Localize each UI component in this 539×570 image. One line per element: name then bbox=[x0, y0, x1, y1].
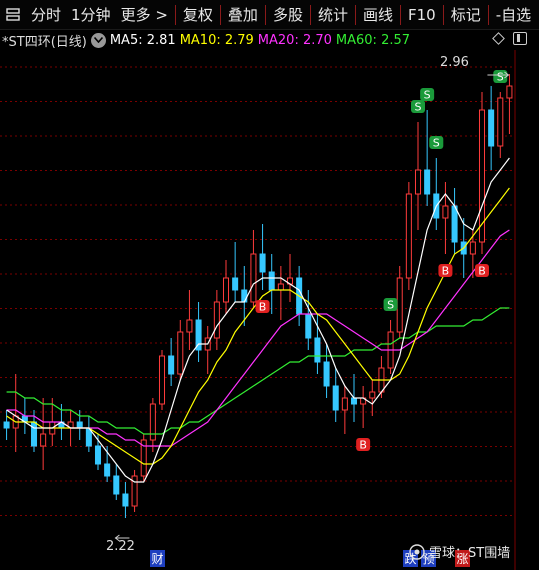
candle-body bbox=[213, 301, 220, 339]
f10-button[interactable]: F10 bbox=[403, 0, 441, 30]
buy-signal: B bbox=[356, 438, 371, 452]
candle-body bbox=[177, 331, 184, 375]
window-icon[interactable] bbox=[513, 32, 527, 45]
snowball-logo-dot bbox=[414, 549, 420, 555]
ma20-value: MA20: 2.70 bbox=[257, 32, 332, 48]
candle-body bbox=[497, 97, 504, 147]
signal-text: B bbox=[259, 301, 267, 314]
candle-body bbox=[30, 421, 38, 447]
candle-body bbox=[158, 355, 166, 405]
adjust-button[interactable]: 复权 bbox=[178, 0, 218, 30]
more-button[interactable]: 更多 > bbox=[116, 0, 173, 30]
overlay-button[interactable]: 叠加 bbox=[223, 0, 263, 30]
diamond-icon[interactable] bbox=[492, 32, 505, 45]
signal-text: S bbox=[415, 101, 422, 114]
candle-body bbox=[442, 205, 449, 219]
candle-body bbox=[369, 391, 376, 399]
candle-body bbox=[3, 421, 10, 429]
collapse-icon[interactable] bbox=[90, 32, 106, 48]
candle-body bbox=[168, 355, 175, 375]
signal-text: B bbox=[478, 265, 486, 278]
candle-body bbox=[277, 283, 284, 291]
ma60-line bbox=[6, 307, 510, 435]
candle-body bbox=[122, 493, 129, 507]
candle-body bbox=[232, 277, 239, 291]
candle-body bbox=[259, 253, 266, 273]
infobar-controls bbox=[492, 32, 531, 45]
multi-stock-button[interactable]: 多股 bbox=[268, 0, 308, 30]
separator bbox=[174, 4, 176, 25]
candle-body bbox=[268, 271, 275, 291]
marker-text: 财 bbox=[151, 552, 163, 566]
candle-body bbox=[76, 421, 83, 429]
candle-body bbox=[332, 385, 339, 411]
separator bbox=[219, 4, 221, 25]
separator bbox=[354, 4, 356, 25]
signal-text: S bbox=[497, 71, 504, 84]
separator bbox=[264, 4, 266, 25]
candle-body bbox=[323, 361, 330, 387]
chart-markers: 财跌预涨雪球：ST围墙 bbox=[114, 71, 510, 567]
candle-body bbox=[469, 241, 476, 255]
separator bbox=[399, 4, 401, 25]
watermark-text: 雪球：ST围墙 bbox=[429, 546, 510, 561]
candle-body bbox=[414, 169, 422, 195]
candle-body bbox=[424, 169, 431, 195]
sell-signal: S bbox=[420, 88, 435, 102]
mark-button[interactable]: 标记 bbox=[446, 0, 486, 30]
stock-name: *ST四环(日线) bbox=[2, 34, 87, 50]
candle-body bbox=[506, 85, 513, 99]
candle-body bbox=[405, 193, 412, 279]
separator bbox=[442, 4, 444, 25]
watchlist-button[interactable]: -自选 bbox=[491, 0, 536, 30]
high-price-label: 2.96 bbox=[440, 55, 469, 70]
sell-signal: S bbox=[383, 298, 398, 312]
ma60-value: MA60: 2.57 bbox=[335, 32, 411, 48]
sell-signal: S bbox=[411, 100, 425, 114]
ma20-line bbox=[6, 229, 510, 447]
candlestick-chart: BBSSSSB BS 财跌预涨雪球：ST围墙 bbox=[0, 50, 516, 570]
candle-body bbox=[314, 337, 321, 363]
low-price-label: 2.22 bbox=[106, 539, 135, 554]
sell-signal: S bbox=[429, 136, 444, 150]
candle-body bbox=[350, 397, 358, 405]
tab-intraday[interactable]: 分时 bbox=[26, 0, 66, 30]
candle-body bbox=[305, 313, 312, 339]
signal-text: S bbox=[424, 89, 431, 102]
candle-body bbox=[186, 319, 193, 333]
candle-body bbox=[396, 277, 403, 333]
signal-text: S bbox=[433, 137, 440, 150]
candle-body bbox=[341, 397, 348, 411]
candle-body bbox=[40, 433, 47, 447]
candle-body bbox=[94, 445, 102, 465]
candle-body bbox=[488, 109, 495, 147]
draw-line-button[interactable]: 画线 bbox=[358, 0, 398, 30]
finance-marker: 财 bbox=[150, 550, 165, 567]
candle-body bbox=[241, 289, 248, 303]
tab-1min[interactable]: 1分钟 bbox=[66, 0, 116, 30]
candle-body bbox=[104, 463, 111, 477]
stats-button[interactable]: 统计 bbox=[313, 0, 353, 30]
separator bbox=[487, 4, 489, 25]
toolbar: 分时 1分钟 更多 > 复权 叠加 多股 统计 画线 F10 标记 -自选 bbox=[0, 0, 539, 30]
separator bbox=[309, 4, 311, 25]
candle-body bbox=[113, 475, 120, 495]
ma5-value: MA5: 2.81 bbox=[109, 32, 176, 48]
signal-text: B bbox=[359, 439, 367, 452]
indicator-bar: *ST四环(日线) MA5: 2.81 MA10: 2.79 MA20: 2.7… bbox=[0, 30, 539, 50]
stack-icon[interactable] bbox=[0, 0, 26, 30]
ma10-value: MA10: 2.79 bbox=[179, 32, 254, 48]
buy-signal: B bbox=[475, 264, 489, 278]
signal-text: B bbox=[442, 265, 450, 278]
buy-signal: B bbox=[255, 300, 270, 314]
candle-body bbox=[250, 253, 257, 303]
buy-signal: B bbox=[438, 264, 453, 278]
candle-body bbox=[222, 277, 230, 303]
candle-body bbox=[451, 205, 458, 243]
signal-text: S bbox=[387, 299, 394, 312]
